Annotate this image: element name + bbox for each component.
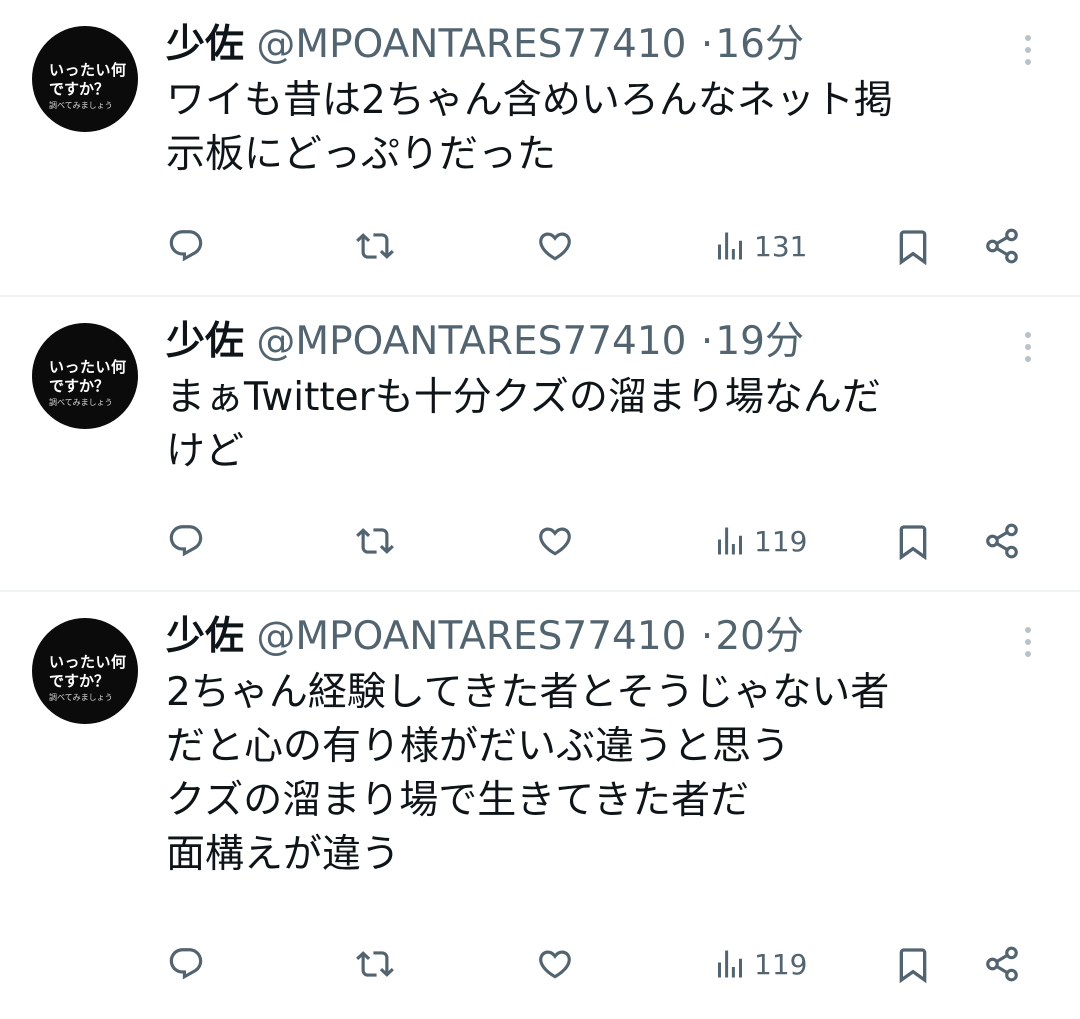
share-icon [986, 946, 1018, 982]
share-icon [986, 228, 1018, 264]
views-icon [718, 232, 742, 260]
more-icon[interactable] [1010, 327, 1046, 367]
bookmark-icon [899, 230, 927, 266]
reply-icon [169, 948, 203, 980]
avatar[interactable]: いったい何 ですか？ 調べてみましょう [32, 26, 138, 132]
separator: · [700, 319, 714, 364]
tweet-header: 少佐 @MPOANTARES77410 ·19分 [166, 317, 804, 367]
separator: · [700, 22, 714, 67]
like-button[interactable] [535, 945, 575, 983]
views-count: 119 [754, 524, 808, 558]
tweet-header: 少佐 @MPOANTARES77410 ·16分 [166, 20, 804, 70]
views-count: 131 [754, 229, 808, 263]
avatar-text: 調べてみましょう [49, 398, 113, 407]
bookmark-icon [899, 948, 927, 984]
timestamp[interactable]: 16分 [715, 22, 804, 67]
avatar-text: ですか？ [49, 80, 110, 98]
reply-button[interactable] [166, 945, 206, 983]
avatar-text: ですか？ [49, 377, 110, 395]
like-icon [539, 232, 571, 261]
avatar-text: 調べてみましょう [49, 693, 113, 702]
avatar[interactable]: いったい何 ですか？ 調べてみましょう [32, 323, 138, 429]
share-button[interactable] [982, 522, 1022, 560]
tweet-text-line: クズの溜まり場で生きてきた者だ [166, 778, 750, 823]
reply-icon [169, 230, 203, 262]
tweet-text-line: 示板にどっぷりだった [166, 132, 557, 177]
bookmark-button[interactable] [893, 945, 933, 985]
tweet[interactable]: いったい何 ですか？ 調べてみましょう 少佐 @MPOANTARES77410 … [0, 0, 1080, 296]
separator: · [700, 614, 714, 659]
retweet-button[interactable] [355, 522, 395, 560]
views-icon [718, 527, 742, 555]
views-button[interactable]: 119 [712, 522, 807, 560]
more-icon[interactable] [1010, 30, 1046, 70]
views-button[interactable]: 131 [712, 227, 807, 265]
avatar-text: いったい何 [49, 358, 127, 376]
views-button[interactable]: 119 [712, 945, 807, 983]
retweet-button[interactable] [355, 945, 395, 983]
tweet-text-line: ワイも昔は2ちゃん含めいろんなネット掲 [166, 78, 893, 123]
user-name[interactable]: 少佐 [166, 319, 244, 364]
like-button[interactable] [535, 227, 575, 265]
retweet-icon [356, 233, 394, 259]
retweet-icon [356, 951, 394, 977]
like-icon [539, 950, 571, 979]
more-icon[interactable] [1010, 622, 1046, 662]
views-count: 119 [754, 947, 808, 981]
reply-button[interactable] [166, 522, 206, 560]
reply-icon [169, 525, 203, 557]
like-icon [539, 527, 571, 556]
tweet-text: まぁTwitterも十分クズの溜まり場なんだ けど [166, 371, 1066, 479]
user-handle[interactable]: @MPOANTARES77410 [256, 614, 686, 659]
user-handle[interactable]: @MPOANTARES77410 [256, 22, 686, 67]
bookmark-icon [899, 525, 927, 561]
tweet-text-line: 面構えが違う [166, 832, 401, 877]
tweet-text-line: 2ちゃん経験してきた者とそうじゃない者 [166, 670, 890, 715]
tweet-header: 少佐 @MPOANTARES77410 ·20分 [166, 612, 804, 662]
retweet-icon [356, 528, 394, 554]
tweet-text-line: けど [166, 429, 245, 474]
tweet-text-line: だと心の有り様がだいぶ違うと思う [166, 724, 791, 769]
tweet-text-line: まぁTwitterも十分クズの溜まり場なんだ [166, 375, 881, 420]
user-name[interactable]: 少佐 [166, 22, 244, 67]
avatar[interactable]: いったい何 ですか？ 調べてみましょう [32, 618, 138, 724]
avatar-text: ですか？ [49, 672, 110, 690]
tweet[interactable]: いったい何 ですか？ 調べてみましょう 少佐 @MPOANTARES77410 … [0, 592, 1080, 1019]
retweet-button[interactable] [355, 227, 395, 265]
bookmark-button[interactable] [893, 522, 933, 562]
share-icon [986, 523, 1018, 559]
tweet-text: 2ちゃん経験してきた者とそうじゃない者 だと心の有り様がだいぶ違うと思う クズの… [166, 666, 1066, 882]
like-button[interactable] [535, 522, 575, 560]
avatar-text: いったい何 [49, 653, 127, 671]
user-name[interactable]: 少佐 [166, 614, 244, 659]
timestamp[interactable]: 19分 [715, 319, 804, 364]
user-handle[interactable]: @MPOANTARES77410 [256, 319, 686, 364]
bookmark-button[interactable] [893, 227, 933, 267]
tweet[interactable]: いったい何 ですか？ 調べてみましょう 少佐 @MPOANTARES77410 … [0, 297, 1080, 591]
avatar-text: 調べてみましょう [49, 101, 113, 110]
tweet-text: ワイも昔は2ちゃん含めいろんなネット掲 示板にどっぷりだった [166, 74, 1066, 182]
views-icon [718, 950, 742, 978]
avatar-text: いったい何 [49, 61, 127, 79]
timestamp[interactable]: 20分 [715, 614, 804, 659]
share-button[interactable] [982, 945, 1022, 983]
reply-button[interactable] [166, 227, 206, 265]
share-button[interactable] [982, 227, 1022, 265]
